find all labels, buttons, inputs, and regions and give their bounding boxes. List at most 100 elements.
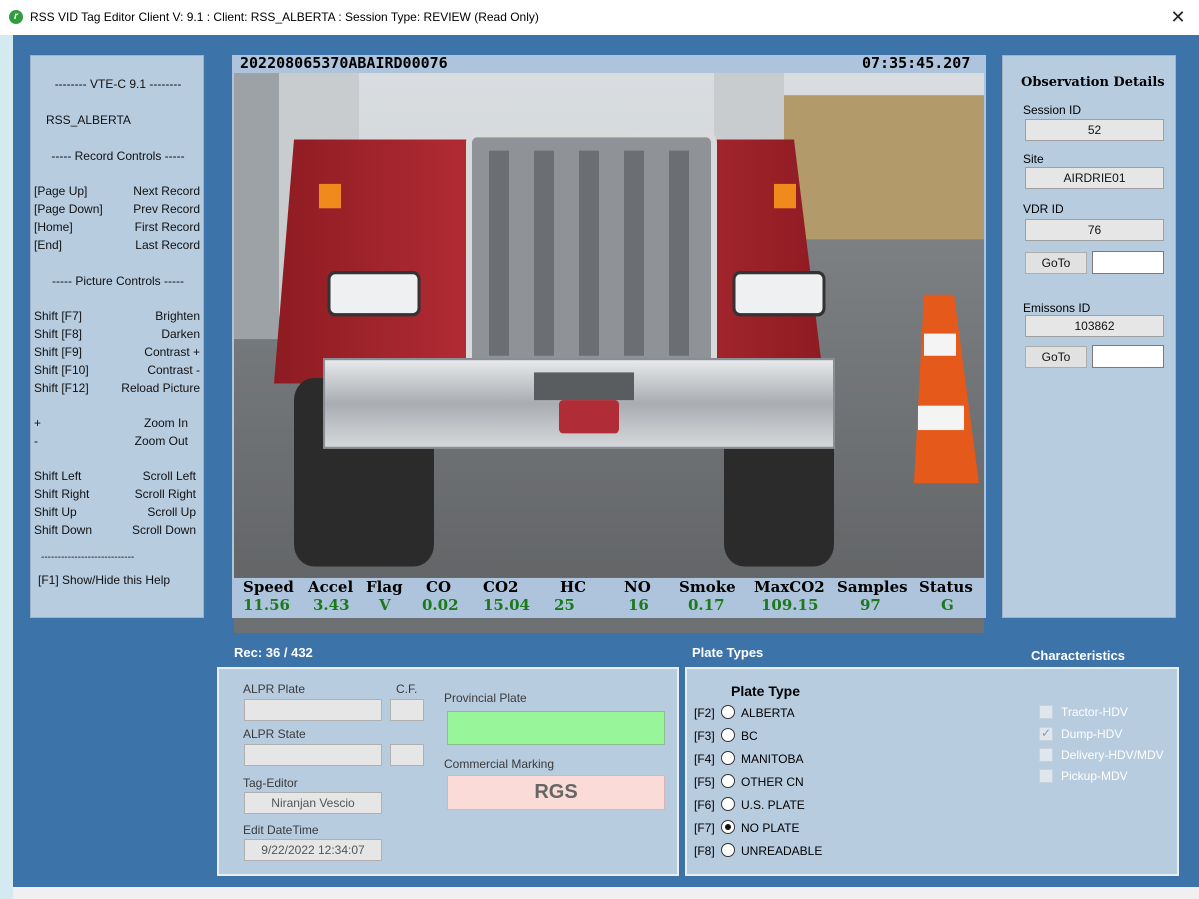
radio-button[interactable] — [721, 774, 735, 788]
grille-bar — [489, 150, 509, 356]
alpr-plate-label: ALPR Plate — [243, 682, 306, 696]
reading-value-flag: V — [379, 596, 391, 614]
cone-stripe — [918, 405, 964, 431]
plate-types-section-label: Plate Types — [692, 645, 764, 660]
help-key: Shift [F7] — [34, 309, 83, 323]
plate-label: U.S. PLATE — [741, 798, 805, 812]
char-pickup-mdv[interactable]: Pickup-MDV — [1039, 768, 1179, 784]
checkbox[interactable] — [1039, 748, 1053, 762]
char-tractor-hdv[interactable]: Tractor-HDV — [1039, 704, 1179, 720]
reading-header-status: Status — [919, 578, 973, 596]
tag-editor-field: Niranjan Vescio — [244, 792, 382, 814]
checkbox[interactable] — [1039, 769, 1053, 783]
app-logo-icon: r — [9, 10, 23, 24]
commercial-marking-label: Commercial Marking — [444, 757, 555, 771]
plate-option-us-plate[interactable]: [F6] U.S. PLATE — [694, 796, 894, 814]
reading-header-no: NO — [624, 578, 651, 596]
close-button[interactable]: ✕ — [1167, 6, 1189, 28]
help-action: Darken — [161, 327, 200, 341]
provincial-plate-field[interactable] — [447, 711, 665, 745]
alpr-state-cf-field[interactable] — [390, 744, 424, 766]
char-label: Tractor-HDV — [1061, 705, 1128, 719]
reading-header-flag: Flag — [366, 578, 403, 596]
help-key: [Page Down] — [34, 202, 103, 216]
help-key: + — [34, 416, 42, 430]
tag-editor-label: Tag-Editor — [243, 776, 298, 790]
help-action: Scroll Up — [147, 505, 196, 519]
plate-label: UNREADABLE — [741, 844, 823, 858]
plate-option-bc[interactable]: [F3] BC — [694, 727, 894, 745]
char-delivery-hdv-mdv[interactable]: Delivery-HDV/MDV — [1039, 747, 1179, 763]
site-label: Site — [1023, 152, 1044, 166]
vdr-goto-input[interactable] — [1092, 251, 1164, 274]
photo-record-id: 202208065370ABAIRD00076 — [240, 54, 448, 72]
help-key: Shift [F10] — [34, 363, 89, 377]
help-key: Shift Right — [34, 487, 90, 501]
help-key: Shift Left — [34, 469, 82, 483]
tow-hook — [559, 400, 619, 434]
bottom-strip — [13, 887, 1199, 899]
alpr-state-label: ALPR State — [243, 727, 306, 741]
bumper-slot — [534, 372, 634, 401]
grille-bar — [579, 150, 599, 356]
readings-table: Speed Accel Flag CO CO2 HC NO Smoke MaxC… — [232, 578, 986, 618]
plate-key: [F7] — [694, 821, 715, 835]
radio-button[interactable] — [721, 797, 735, 811]
help-footer: [F1] Show/Hide this Help — [38, 573, 171, 587]
char-dump-hdv[interactable]: Dump-HDV — [1039, 726, 1179, 742]
photo-timestamp: 07:35:45.207 — [862, 54, 971, 72]
record-panel: ALPR Plate C.F. ALPR State Tag-Editor Ni… — [217, 667, 679, 876]
reading-header-smoke: Smoke — [679, 578, 736, 596]
reading-header-co: CO — [426, 578, 452, 596]
plate-label: OTHER CN — [741, 775, 804, 789]
help-key: Shift Up — [34, 505, 77, 519]
radio-button-selected[interactable] — [721, 820, 735, 834]
help-action: Zoom Out — [134, 434, 188, 448]
reading-header-accel: Accel — [308, 578, 354, 596]
plate-label: MANITOBA — [741, 752, 804, 766]
right-marker-light — [774, 183, 796, 209]
vdr-id-label: VDR ID — [1023, 202, 1064, 216]
checkbox-checked[interactable] — [1039, 726, 1053, 741]
help-key: [End] — [34, 238, 63, 252]
plate-option-unreadable[interactable]: [F8] UNREADABLE — [694, 842, 894, 860]
plate-option-other-cn[interactable]: [F5] OTHER CN — [694, 773, 894, 791]
radio-button[interactable] — [721, 843, 735, 857]
help-action: Contrast - — [147, 363, 200, 377]
session-id-field: 52 — [1025, 119, 1164, 141]
right-headlight — [732, 270, 826, 317]
alpr-plate-field[interactable] — [244, 699, 382, 721]
help-record-header: ----- Record Controls ----- — [51, 149, 185, 163]
grille-bar — [534, 150, 554, 356]
radio-button[interactable] — [721, 705, 735, 719]
plate-option-manitoba[interactable]: [F4] MANITOBA — [694, 750, 894, 768]
vdr-goto-button[interactable]: GoTo — [1025, 252, 1087, 274]
plate-option-alberta[interactable]: [F2] ALBERTA — [694, 704, 894, 722]
left-headlight — [327, 270, 421, 317]
commercial-marking-field[interactable]: RGS — [447, 775, 665, 810]
help-action: Brighten — [155, 309, 200, 323]
alpr-state-field[interactable] — [244, 744, 382, 766]
help-panel: -------- VTE-C 9.1 -------- RSS_ALBERTA … — [30, 55, 204, 618]
reading-header-co2: CO2 — [483, 578, 519, 596]
plate-key: [F3] — [694, 729, 715, 743]
grass-field — [774, 95, 984, 251]
emissions-id-field: 103862 — [1025, 315, 1164, 337]
checkbox[interactable] — [1039, 705, 1053, 719]
plate-option-no-plate[interactable]: [F7] NO PLATE — [694, 819, 894, 837]
help-action: First Record — [134, 220, 200, 234]
vehicle-photo[interactable] — [234, 73, 984, 633]
reading-value-accel: 3.43 — [313, 596, 350, 614]
reading-value-samples: 97 — [860, 596, 881, 614]
record-counter: Rec: 36 / 432 — [234, 645, 313, 660]
grille-bar — [624, 150, 644, 356]
cone-stripe — [924, 333, 956, 356]
radio-button[interactable] — [721, 728, 735, 742]
vehicle-picture-frame — [232, 55, 986, 633]
window-title: RSS VID Tag Editor Client V: 9.1 : Clien… — [30, 10, 539, 24]
help-key: [Page Up] — [34, 184, 88, 198]
emissions-goto-button[interactable]: GoTo — [1025, 346, 1087, 368]
radio-button[interactable] — [721, 751, 735, 765]
emissions-goto-input[interactable] — [1092, 345, 1164, 368]
cf-field[interactable] — [390, 699, 424, 721]
